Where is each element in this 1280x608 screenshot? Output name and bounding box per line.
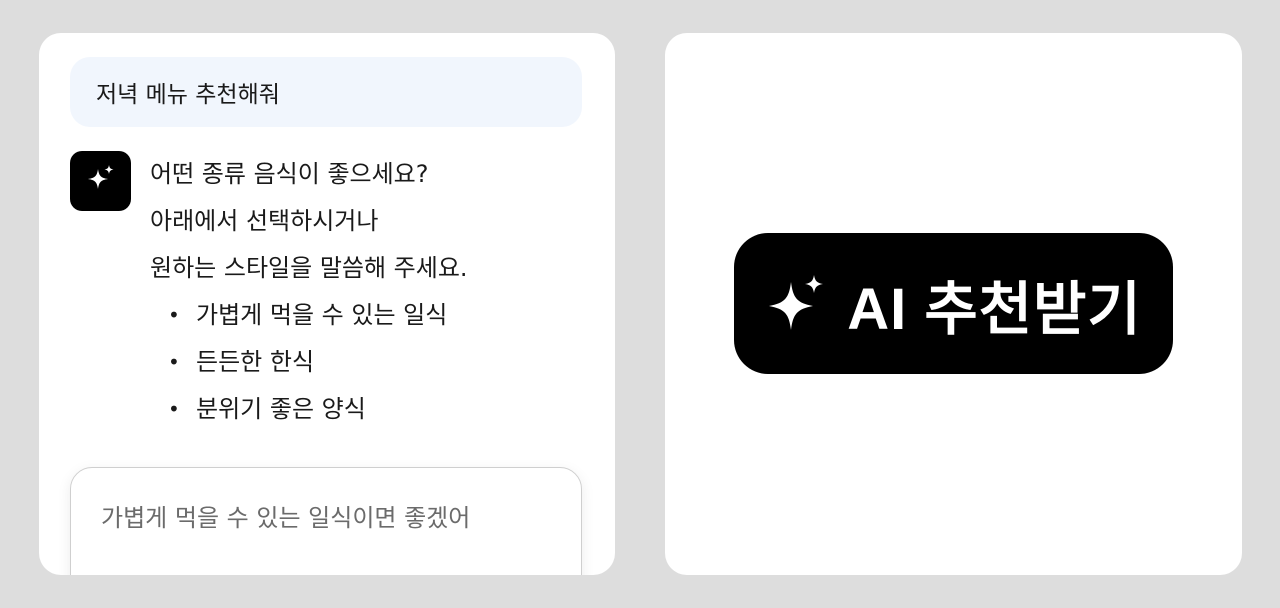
bullet: • [168,303,180,327]
user-message-text: 저녁 메뉴 추천해줘 [96,82,280,108]
chat-input-text: 가볍게 먹을 수 있는 일식이면 좋겠어 [101,504,471,532]
sparkle-icon [765,272,829,336]
option-label: 분위기 좋은 양식 [196,395,366,423]
option-item[interactable]: • 가볍게 먹을 수 있는 일식 [150,292,570,339]
option-item[interactable]: • 든든한 한식 [150,339,570,386]
option-list: • 가볍게 먹을 수 있는 일식 • 든든한 한식 • 분위기 좋은 양식 [150,292,570,433]
ai-recommend-label: AI 추천받기 [847,276,1142,342]
ai-message-line: 어떤 종류 음식이 좋으세요? [150,160,429,188]
option-item[interactable]: • 분위기 좋은 양식 [150,386,570,433]
ai-avatar [70,151,131,211]
bullet: • [168,397,180,421]
cta-panel: AI 추천받기 [665,33,1242,575]
ai-message-line: 원하는 스타일을 말씀해 주세요. [150,254,468,282]
chat-panel: 저녁 메뉴 추천해줘 어떤 종류 음식이 좋으세요? 아래에서 선택하시거나 원… [39,33,615,575]
option-label: 가볍게 먹을 수 있는 일식 [196,301,448,329]
ai-message: 어떤 종류 음식이 좋으세요? 아래에서 선택하시거나 원하는 스타일을 말씀해… [150,151,570,433]
ai-message-line: 아래에서 선택하시거나 [150,207,379,235]
chat-input[interactable]: 가볍게 먹을 수 있는 일식이면 좋겠어 [70,467,582,575]
ai-recommend-button[interactable]: AI 추천받기 [734,233,1173,374]
bullet: • [168,350,180,374]
option-label: 든든한 한식 [196,348,315,376]
sparkle-icon [86,165,116,197]
user-message-bubble: 저녁 메뉴 추천해줘 [70,57,582,127]
